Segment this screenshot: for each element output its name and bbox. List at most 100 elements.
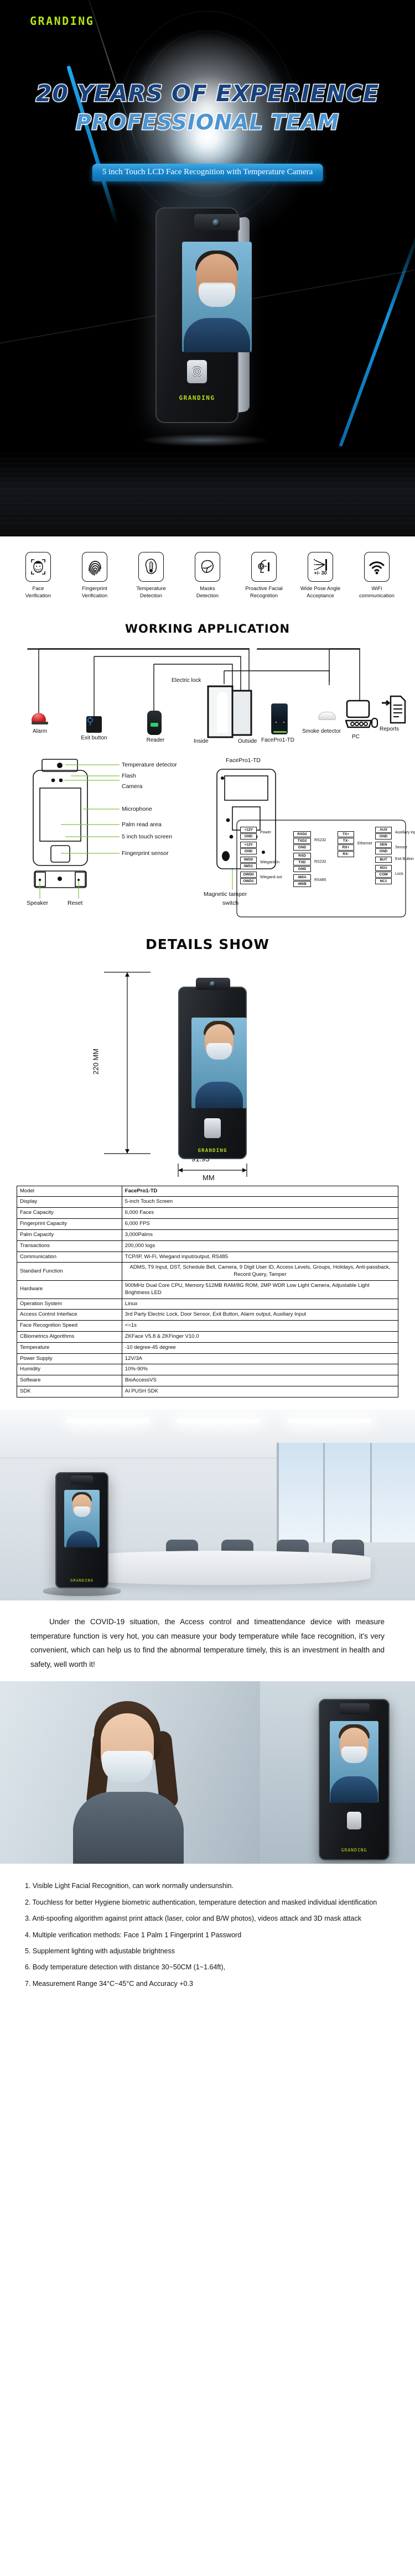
list-item: 3. Anti-spoofing algorithm against print… bbox=[25, 1915, 361, 1923]
feature-temperature-detection: Temperature Detection bbox=[124, 552, 178, 600]
bottom-avatar-shirt bbox=[330, 1776, 378, 1803]
feature-label-line2: Detection bbox=[196, 592, 219, 599]
svg-text:+/- 30: +/- 30 bbox=[314, 570, 326, 576]
spec-value: 6,000 FPS bbox=[121, 1218, 399, 1230]
table-row: SDK AI PUSH SDK bbox=[17, 1386, 399, 1397]
feature-label-line1: Face bbox=[32, 586, 44, 592]
terminal-pin: GND bbox=[293, 844, 311, 851]
details-device-illustration: GRANDING bbox=[172, 971, 253, 1164]
terminal-pin: OWD1 bbox=[240, 878, 257, 884]
terminal-pin: NO1 bbox=[375, 864, 392, 871]
feature-icon-row: Face Verification Fingerprint Verificati… bbox=[0, 536, 415, 608]
brand-logo: GRANDING bbox=[30, 14, 95, 28]
table-row: Temperature -10 degree-45 degree bbox=[17, 1342, 399, 1354]
label-alarm: Alarm bbox=[32, 728, 48, 734]
terminal-group-label: Lock bbox=[395, 872, 403, 876]
device-body: GRANDING bbox=[155, 207, 252, 423]
ceiling-light bbox=[177, 1418, 260, 1423]
office-table bbox=[72, 1550, 371, 1585]
table-row: Standard Function ADMS, T9 Input, DST, Sc… bbox=[17, 1262, 399, 1281]
callout-tamper-line1: Magnetic tamper bbox=[204, 890, 247, 898]
feature-label-line2: Detection bbox=[139, 592, 163, 599]
spec-value: FacePro1-TD bbox=[121, 1185, 399, 1197]
feature-label-line1: Fingerprint bbox=[82, 586, 107, 592]
pose-angle-icon: +/- 30 bbox=[308, 552, 333, 582]
table-row: Communication TCP/IP, Wi-Fi, Wiegand inpu… bbox=[17, 1251, 399, 1263]
person-scanning-photo: GRANDING bbox=[0, 1681, 415, 1864]
terminal-group-label: Auxiliary input bbox=[395, 830, 415, 835]
feature-label-line1: Wide Pose Angle bbox=[300, 586, 341, 592]
table-row: Display 5-inch Touch Screen bbox=[17, 1196, 399, 1208]
callout-touch-screen: 5 inch touch screen bbox=[122, 833, 173, 840]
feature-label-line2: communication bbox=[359, 592, 395, 599]
table-row: Model FacePro1-TD bbox=[17, 1185, 399, 1197]
terminal-pin: RX+ bbox=[338, 844, 354, 851]
details-avatar-shirt bbox=[195, 1081, 243, 1108]
details-device-screen bbox=[191, 1017, 247, 1108]
spec-key: Operation System bbox=[17, 1298, 122, 1310]
callout-reset: Reset bbox=[68, 899, 83, 906]
label-smoke-detector: Smoke detector bbox=[302, 728, 341, 734]
list-item: 4. Multiple verification methods: Face 1… bbox=[25, 1931, 242, 1939]
spec-value: 5-inch Touch Screen bbox=[121, 1196, 399, 1208]
callout-temperature-detector: Temperature detector bbox=[122, 761, 177, 768]
person-body bbox=[73, 1792, 184, 1864]
unit-label: MM bbox=[203, 1173, 215, 1182]
spec-key: Face Recognition Speed bbox=[17, 1320, 122, 1332]
terminal-pin: GND bbox=[375, 833, 392, 839]
feature-label-line1: Proactive Facial bbox=[245, 586, 283, 592]
label-reader: Reader bbox=[146, 737, 165, 743]
terminal-pin: +12V bbox=[240, 841, 257, 848]
bottom-fingerprint-sensor bbox=[347, 1812, 361, 1830]
terminal-pin: TX+ bbox=[338, 831, 354, 837]
spec-key: Temperature bbox=[17, 1342, 122, 1354]
terminal-group-label: Ethernet bbox=[357, 841, 372, 846]
hero-blue-streak-right bbox=[339, 227, 415, 447]
hero-title-line2: PROFESSIONAL TEAM bbox=[75, 109, 340, 135]
device-brand-label: GRANDING bbox=[179, 394, 215, 401]
feature-face-verification: Face Verification bbox=[12, 552, 65, 600]
spec-key: Humidity bbox=[17, 1364, 122, 1376]
details-device-body: GRANDING bbox=[178, 986, 247, 1159]
label-reports: Reports bbox=[380, 726, 400, 732]
bottom-device-brand: GRANDING bbox=[341, 1848, 367, 1853]
device-eyes bbox=[276, 721, 284, 723]
label-outside: Outside bbox=[238, 738, 257, 744]
parts-diagram: Temperature detector Flash Camera Microp… bbox=[6, 754, 415, 920]
spec-key: Hardware bbox=[17, 1280, 122, 1299]
table-row: Hardware 900MHz Dual Core CPU, Memory 512… bbox=[17, 1280, 399, 1299]
spec-value: Linux bbox=[121, 1298, 399, 1310]
reader-icon bbox=[147, 710, 162, 735]
terminal-group-label: Power bbox=[260, 830, 271, 835]
exit-button-device bbox=[86, 716, 102, 733]
table-row: Operation System Linux bbox=[17, 1298, 399, 1310]
avatar-shirt bbox=[184, 318, 250, 352]
feature-label-line1: WiFi bbox=[371, 586, 382, 592]
feature-wide-pose-angle: +/- 30 Wide Pose Angle Acceptance bbox=[294, 552, 347, 600]
office-scene-photo: GRANDING bbox=[0, 1409, 415, 1600]
alarm-icon bbox=[32, 712, 46, 722]
terminal-pin: BUT bbox=[375, 856, 392, 863]
feature-label: WiFi communication bbox=[350, 586, 403, 600]
person-illustration bbox=[61, 1698, 194, 1864]
details-avatar-mask bbox=[206, 1042, 232, 1060]
feature-label-line2: Verification bbox=[81, 592, 108, 599]
feature-label-line2: Acceptance bbox=[307, 592, 334, 599]
table-row: Transactions 200,000 logs bbox=[17, 1240, 399, 1252]
terminal-pin: RXD2 bbox=[293, 831, 311, 837]
terminal-group-label: RS485 bbox=[314, 878, 326, 882]
reader-device bbox=[147, 710, 162, 735]
terminal-pin: COM bbox=[375, 871, 392, 878]
smoke-detector-device bbox=[318, 711, 336, 720]
device-screen bbox=[182, 242, 252, 352]
parts-device-name: FacePro1-TD bbox=[226, 757, 261, 764]
spec-value: 200,000 logs bbox=[121, 1240, 399, 1252]
feature-label: Proactive Facial Recognition bbox=[237, 586, 290, 600]
terminal-pin: +12V bbox=[240, 826, 257, 833]
callout-microphone: Microphone bbox=[122, 805, 152, 812]
hero-title-line1: 20 YEARS OF EXPERIENCE bbox=[35, 80, 380, 107]
office-window bbox=[277, 1442, 415, 1542]
label-pc: PC bbox=[352, 733, 360, 740]
spec-value: 3,000Palms bbox=[121, 1229, 399, 1241]
terminal-pin: SEN bbox=[375, 841, 392, 848]
